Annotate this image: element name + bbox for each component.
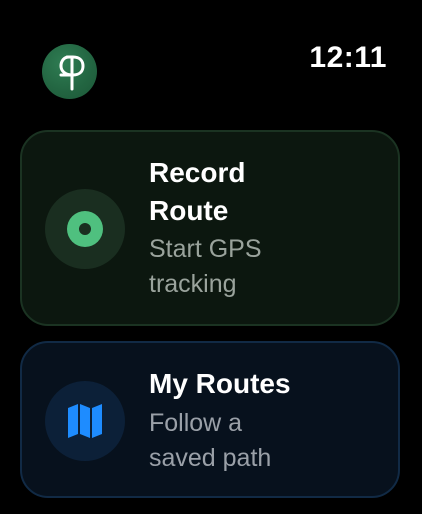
route-logo-icon [58, 55, 85, 90]
record-route-subtitle: Start GPS tracking [149, 235, 262, 298]
my-routes-text: My Routes Follow a saved path [149, 365, 378, 476]
my-routes-title: My Routes [149, 368, 291, 399]
status-time: 12:11 [309, 41, 387, 74]
map-icon [68, 404, 102, 438]
record-route-text: Record Route Start GPS tracking [149, 154, 378, 302]
record-route-button[interactable]: Record Route Start GPS tracking [20, 130, 400, 326]
record-route-title: Record Route [149, 157, 246, 226]
record-icon-circle [45, 189, 125, 269]
record-dot-icon [67, 211, 103, 247]
app-logo [42, 44, 97, 99]
my-routes-button[interactable]: My Routes Follow a saved path [20, 341, 400, 498]
routes-icon-circle [45, 381, 125, 461]
my-routes-subtitle: Follow a saved path [149, 409, 272, 472]
